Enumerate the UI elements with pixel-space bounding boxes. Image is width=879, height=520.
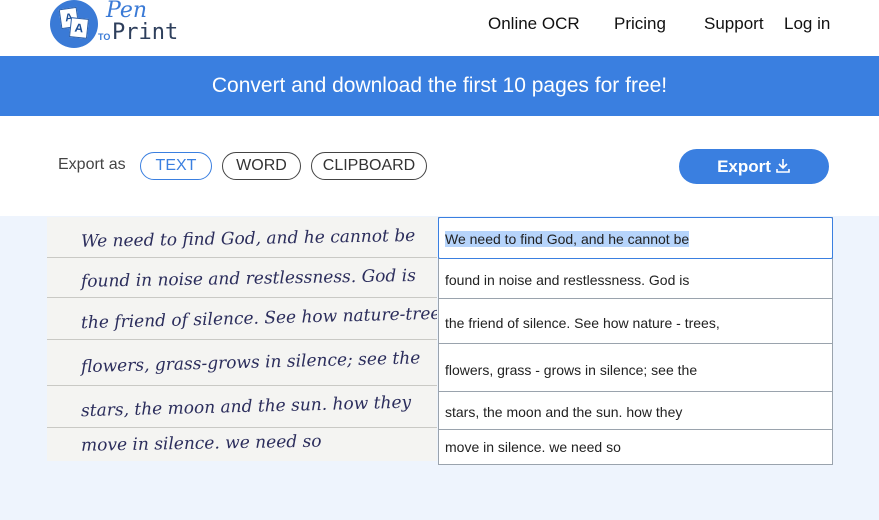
handwritten-line: the friend of silence. See how nature-tr… — [80, 303, 437, 334]
ocr-line-input[interactable]: move in silence. we need so — [439, 430, 832, 464]
ocr-line-input[interactable]: flowers, grass - grows in silence; see t… — [439, 344, 832, 392]
format-word-button[interactable]: WORD — [222, 152, 301, 180]
export-as-label: Export as — [58, 156, 126, 173]
paper-rule — [47, 385, 437, 386]
download-icon — [776, 159, 790, 173]
ocr-line-input[interactable]: the friend of silence. See how nature - … — [439, 299, 832, 344]
paper-rule — [47, 297, 437, 298]
nav-support[interactable]: Support — [704, 14, 764, 34]
logo-to-text: TO — [98, 32, 111, 42]
nav-login[interactable]: Log in — [784, 14, 830, 34]
nav-pricing[interactable]: Pricing — [614, 14, 666, 34]
paper-rule — [47, 427, 437, 428]
ocr-line-input[interactable]: found in noise and restlessness. God is — [439, 259, 832, 299]
handwritten-line: found in noise and restlessness. God is — [80, 265, 417, 292]
promo-banner: Convert and download the first 10 pages … — [0, 56, 879, 116]
ocr-line-input[interactable]: We need to find God, and he cannot be — [438, 217, 833, 259]
ocr-line-input[interactable]: stars, the moon and the sun. how they — [439, 392, 832, 430]
handwritten-line: We need to find God, and he cannot be — [80, 225, 416, 252]
handwritten-line: stars, the moon and the sun. how they — [80, 392, 412, 422]
handwritten-line: move in silence. we need so — [80, 431, 322, 456]
logo-card-icon: A — [69, 17, 89, 39]
paper-rule — [47, 257, 437, 258]
handwritten-line: flowers, grass-grows in silence; see the — [80, 348, 421, 378]
ocr-result-panel: We need to find God, and he cannot be fo… — [438, 217, 833, 465]
format-clipboard-button[interactable]: CLIPBOARD — [311, 152, 427, 180]
logo-badge-icon: A A — [50, 0, 98, 48]
export-button-label: Export — [717, 157, 771, 176]
selected-text: We need to find God, and he cannot be — [445, 231, 690, 247]
format-text-button[interactable]: TEXT — [140, 152, 212, 180]
nav-online-ocr[interactable]: Online OCR — [488, 14, 580, 34]
handwritten-image: We need to find God, and he cannot be fo… — [47, 217, 437, 461]
header: A A Pen TO Print Online OCR Pricing Supp… — [0, 0, 879, 56]
logo-print-text: Print — [112, 20, 179, 45]
paper-rule — [47, 339, 437, 340]
export-button[interactable]: Export — [679, 149, 829, 184]
pen-to-print-logo[interactable]: A A Pen TO Print — [50, 0, 190, 50]
